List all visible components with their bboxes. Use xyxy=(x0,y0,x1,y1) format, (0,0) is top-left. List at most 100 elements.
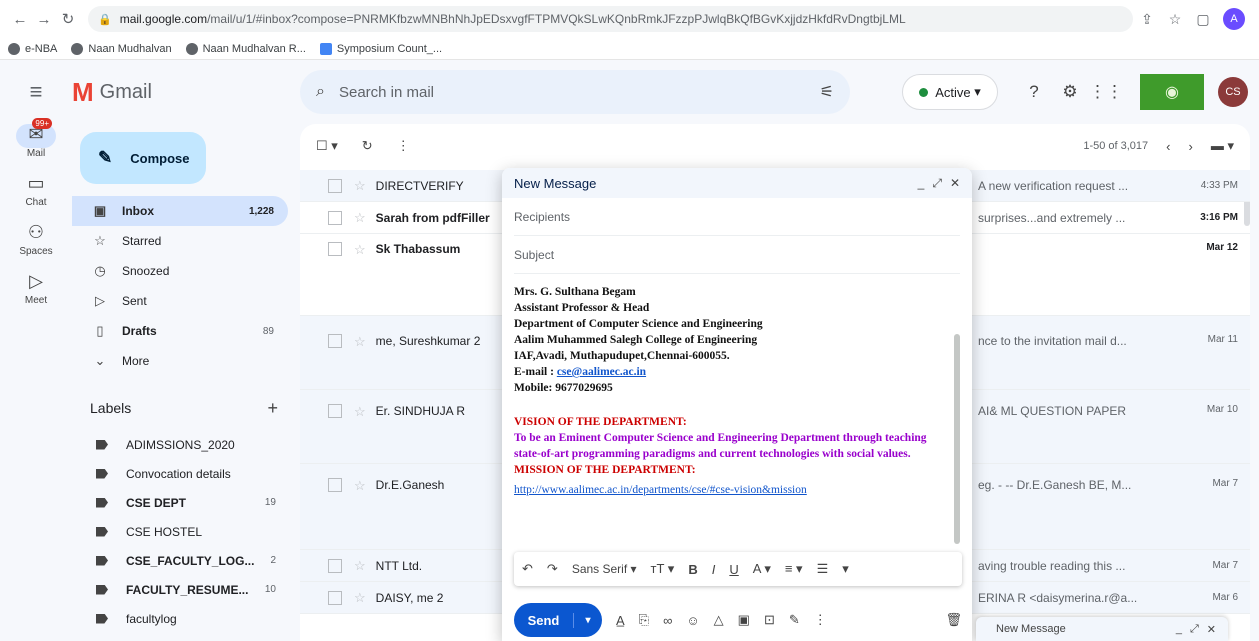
label-item[interactable]: CSE HOSTEL xyxy=(72,517,300,546)
message-body[interactable]: Mrs. G. Sulthana Begam Assistant Profess… xyxy=(514,284,954,546)
align-icon[interactable]: ≡ ▾ xyxy=(785,561,803,577)
list-icon[interactable]: ☰ xyxy=(817,561,829,577)
row-checkbox[interactable] xyxy=(328,210,342,225)
star-icon[interactable]: ☆ xyxy=(354,242,366,258)
emoji-icon[interactable]: ☺ xyxy=(686,613,699,628)
schedule-send-dropdown[interactable]: ▾ xyxy=(574,615,602,626)
prev-page-icon[interactable]: ‹ xyxy=(1166,139,1170,154)
close-icon[interactable]: ✕ xyxy=(950,176,960,190)
star-icon[interactable]: ☆ xyxy=(354,404,366,420)
rail-spaces[interactable]: ⚇ Spaces xyxy=(0,222,72,257)
row-checkbox[interactable] xyxy=(328,478,342,492)
sidebar-item-sent[interactable]: ▷ Sent xyxy=(72,286,288,316)
signature-pen-icon[interactable]: ✎ xyxy=(789,612,800,628)
sidebar-item-more[interactable]: ⌄ More xyxy=(72,346,288,376)
label-item[interactable]: facultylog xyxy=(72,604,300,633)
select-all-checkbox[interactable]: ☐ ▾ xyxy=(316,138,338,154)
star-icon[interactable]: ☆ xyxy=(354,210,366,226)
row-checkbox[interactable] xyxy=(328,334,342,348)
label-item[interactable]: CSE DEPT 19 xyxy=(72,488,300,517)
next-page-icon[interactable]: › xyxy=(1189,139,1193,154)
forward-icon[interactable]: → xyxy=(32,11,56,28)
address-bar[interactable]: 🔒 mail.google.com /mail/u/1/#inbox?compo… xyxy=(88,6,1133,32)
email-link[interactable]: cse@aalimec.ac.in xyxy=(557,366,646,378)
expand-icon[interactable]: ⤢ xyxy=(932,176,942,191)
apps-grid-icon[interactable]: ⋮⋮ xyxy=(1088,82,1124,102)
help-icon[interactable]: ? xyxy=(1016,82,1052,102)
recipients-field[interactable]: Recipients xyxy=(514,198,960,236)
tab-icon[interactable]: ▢ xyxy=(1189,11,1217,28)
bookmark-item[interactable]: e-NBA xyxy=(8,42,57,55)
refresh-icon[interactable]: ↻ xyxy=(362,138,373,154)
discard-draft-icon[interactable]: 🗑 xyxy=(945,612,962,628)
star-icon[interactable]: ☆ xyxy=(354,478,366,494)
row-checkbox[interactable] xyxy=(328,404,342,418)
search-options-icon[interactable]: ⚟ xyxy=(820,82,834,102)
bookmark-item[interactable]: Symposium Count_... xyxy=(319,42,442,55)
sidebar-item-snoozed[interactable]: ◷ Snoozed xyxy=(72,256,288,286)
share-icon[interactable]: ⇪ xyxy=(1133,11,1161,28)
sidebar-item-inbox[interactable]: ▣ Inbox 1,228 xyxy=(72,196,288,226)
compose-header[interactable]: New Message _ ⤢ ✕ xyxy=(502,168,972,198)
add-label-icon[interactable]: + xyxy=(267,398,278,419)
redo-icon[interactable]: ↷ xyxy=(547,561,558,577)
star-icon[interactable]: ☆ xyxy=(354,178,366,194)
row-checkbox[interactable] xyxy=(328,558,342,573)
close-icon[interactable]: ✕ xyxy=(1207,623,1216,636)
more-options-icon[interactable]: ⋮ xyxy=(814,612,827,628)
star-icon[interactable]: ☆ xyxy=(354,334,366,350)
settings-gear-icon[interactable]: ⚙ xyxy=(1052,82,1088,102)
lock-confidential-icon[interactable]: ⊡ xyxy=(764,612,775,628)
undo-icon[interactable]: ↶ xyxy=(522,561,533,577)
rail-chat[interactable]: ▭ Chat xyxy=(0,173,72,208)
sidebar-item-drafts[interactable]: ▯ Drafts 89 xyxy=(72,316,288,346)
more-vert-icon[interactable]: ⋮ xyxy=(397,138,410,154)
search-input[interactable]: Search in mail xyxy=(339,84,820,101)
minimize-icon[interactable]: _ xyxy=(1176,623,1182,635)
rail-meet[interactable]: ▷ Meet xyxy=(0,271,72,306)
text-color-icon[interactable]: A ▾ xyxy=(753,561,771,577)
minimized-compose[interactable]: New Message _ ⤢ ✕ xyxy=(976,617,1228,641)
bookmark-star-icon[interactable]: ☆ xyxy=(1161,11,1189,28)
font-selector[interactable]: Sans Serif ▾ xyxy=(572,562,637,576)
back-icon[interactable]: ← xyxy=(8,11,32,28)
underline-icon[interactable]: U xyxy=(729,562,738,577)
photo-icon[interactable]: ▣ xyxy=(738,612,750,628)
organization-logo[interactable]: ◉ xyxy=(1140,74,1204,110)
reload-icon[interactable]: ↻ xyxy=(56,10,80,28)
formatting-options-icon[interactable]: A̲ xyxy=(616,613,625,628)
search-bar[interactable]: ⌕ Search in mail ⚟ xyxy=(300,70,850,114)
label-item[interactable]: FACULTY_RESUME... 10 xyxy=(72,575,300,604)
row-checkbox[interactable] xyxy=(328,178,342,193)
row-checkbox[interactable] xyxy=(328,590,342,605)
main-menu-icon[interactable]: ≡ xyxy=(0,79,72,105)
subject-field[interactable]: Subject xyxy=(514,236,960,274)
attach-icon[interactable]: ⎘ xyxy=(639,612,649,628)
bookmark-item[interactable]: Naan Mudhalvan xyxy=(71,42,172,55)
link-icon[interactable]: ∞ xyxy=(663,613,672,628)
drive-icon[interactable]: △ xyxy=(714,612,724,628)
send-button[interactable]: Send ▾ xyxy=(514,603,602,637)
compose-button[interactable]: ✎ Compose xyxy=(80,132,206,184)
minimize-icon[interactable]: _ xyxy=(918,176,925,190)
italic-icon[interactable]: I xyxy=(712,562,716,577)
browser-profile[interactable]: A xyxy=(1223,8,1245,30)
sidebar-item-starred[interactable]: ☆ Starred xyxy=(72,226,288,256)
compose-scrollbar[interactable] xyxy=(954,334,960,544)
star-icon[interactable]: ☆ xyxy=(354,590,366,606)
text-size-icon[interactable]: тT ▾ xyxy=(651,561,675,577)
label-item[interactable]: CSE_FACULTY_LOG... 2 xyxy=(72,546,300,575)
expand-icon[interactable]: ⤢ xyxy=(1190,623,1199,636)
label-item[interactable]: Convocation details xyxy=(72,459,300,488)
search-icon[interactable]: ⌕ xyxy=(316,83,325,101)
mission-link[interactable]: http://www.aalimec.ac.in/departments/cse… xyxy=(514,484,807,496)
gmail-logo[interactable]: M Gmail xyxy=(72,77,300,108)
status-selector[interactable]: Active ▾ xyxy=(902,74,998,110)
more-formatting-icon[interactable]: ▾ xyxy=(842,561,849,577)
bold-icon[interactable]: B xyxy=(688,562,697,577)
split-view-icon[interactable]: ▬ ▾ xyxy=(1211,138,1234,154)
label-item[interactable]: ADIMSSIONS_2020 xyxy=(72,430,300,459)
rail-mail[interactable]: ✉ 99+ Mail xyxy=(0,118,72,159)
row-checkbox[interactable] xyxy=(328,242,342,256)
bookmark-item[interactable]: Naan Mudhalvan R... xyxy=(185,42,306,55)
